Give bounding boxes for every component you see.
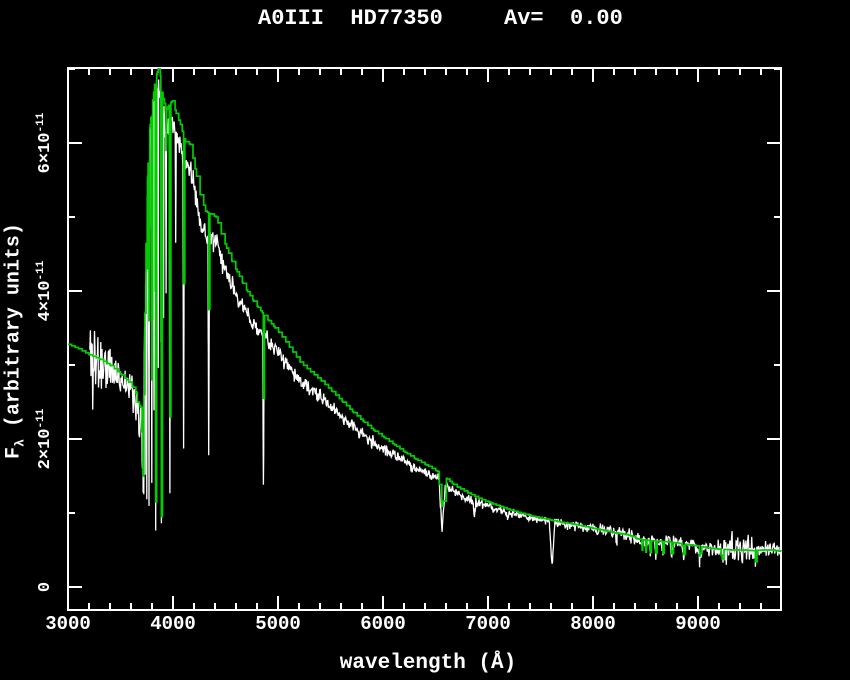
y-tick-label: 4×10-11 bbox=[35, 261, 55, 322]
y-axis-label-subscript: λ bbox=[13, 439, 28, 447]
x-axis-label: wavelength (Å) bbox=[340, 652, 516, 675]
y-axis-label: Fλ (arbitrary units) bbox=[3, 223, 28, 459]
spectrum-plot bbox=[0, 0, 850, 680]
y-axis-label-symbol: F bbox=[3, 447, 26, 459]
x-tick-label: 5000 bbox=[255, 613, 301, 635]
y-axis-label-units: (arbitrary units) bbox=[3, 223, 26, 439]
y-tick-label: 0 bbox=[35, 582, 55, 592]
x-tick-label: 4000 bbox=[150, 613, 196, 635]
x-tick-label: 7000 bbox=[465, 613, 511, 635]
x-tick-label: 3000 bbox=[45, 613, 91, 635]
x-tick-label: 6000 bbox=[360, 613, 406, 635]
y-tick-label: 2×10-11 bbox=[35, 409, 55, 470]
x-tick-label: 9000 bbox=[675, 613, 721, 635]
y-tick-label: 6×10-11 bbox=[35, 113, 55, 174]
spectrum-viewer-window: A0III HD77350 Av= 0.00 Fλ (arbitrary uni… bbox=[0, 0, 850, 680]
x-tick-label: 8000 bbox=[570, 613, 616, 635]
